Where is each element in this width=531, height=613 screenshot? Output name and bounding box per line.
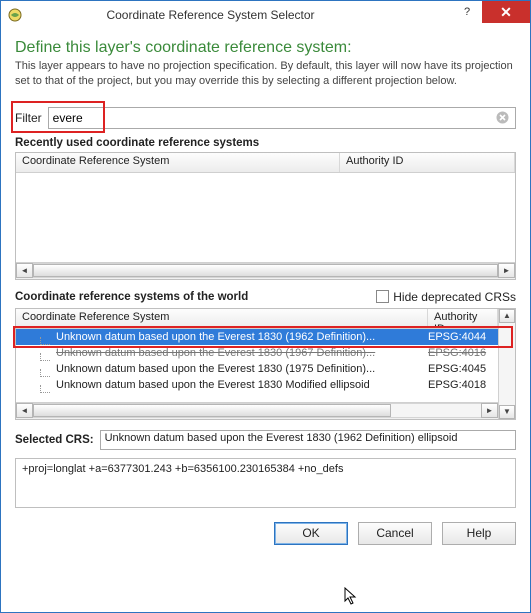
cancel-button[interactable]: Cancel: [358, 522, 432, 545]
world-hscrollbar[interactable]: ◄ ►: [16, 402, 498, 419]
close-button[interactable]: ✕: [482, 1, 530, 23]
crs-selector-dialog: Coordinate Reference System Selector ? ✕…: [0, 0, 531, 613]
world-crs-table[interactable]: Coordinate Reference System Authority ID…: [15, 308, 516, 420]
ok-button[interactable]: OK: [274, 522, 348, 545]
crs-name: Unknown datum based upon the Everest 183…: [56, 347, 428, 359]
scroll-right-icon[interactable]: ►: [481, 403, 498, 418]
scroll-right-icon[interactable]: ►: [498, 263, 515, 278]
crs-name: Unknown datum based upon the Everest 183…: [56, 363, 428, 375]
recent-tbody[interactable]: [16, 173, 515, 262]
proj-string-box[interactable]: +proj=longlat +a=6377301.243 +b=6356100.…: [15, 458, 516, 508]
recent-crs-table[interactable]: Coordinate Reference System Authority ID…: [15, 152, 516, 280]
titlebar[interactable]: Coordinate Reference System Selector ? ✕: [1, 1, 530, 29]
world-col-auth[interactable]: Authority ID: [428, 309, 498, 328]
recent-col-crs[interactable]: Coordinate Reference System: [16, 153, 340, 172]
table-row[interactable]: Unknown datum based upon the Everest 183…: [16, 377, 498, 393]
scroll-left-icon[interactable]: ◄: [16, 403, 33, 418]
scroll-down-icon[interactable]: ▼: [499, 405, 515, 419]
hide-deprecated-checkbox[interactable]: [376, 290, 389, 303]
world-vscrollbar[interactable]: ▲ ▼: [498, 309, 515, 419]
recent-col-auth[interactable]: Authority ID: [340, 153, 515, 172]
world-col-crs[interactable]: Coordinate Reference System: [16, 309, 428, 328]
recent-hscrollbar[interactable]: ◄ ►: [16, 262, 515, 279]
crs-auth: EPSG:4016: [428, 347, 498, 359]
selected-crs-label: Selected CRS:: [15, 434, 94, 446]
crs-auth: EPSG:4045: [428, 363, 498, 375]
scroll-up-icon[interactable]: ▲: [499, 309, 515, 323]
recent-label: Recently used coordinate reference syste…: [15, 137, 516, 149]
filter-label: Filter: [15, 111, 42, 125]
crs-name: Unknown datum based upon the Everest 183…: [56, 379, 428, 391]
table-row[interactable]: Unknown datum based upon the Everest 183…: [16, 345, 498, 361]
world-tbody[interactable]: Unknown datum based upon the Everest 183…: [16, 329, 498, 402]
crs-auth: EPSG:4018: [428, 379, 498, 391]
filter-input[interactable]: [48, 107, 516, 129]
cursor-icon: [344, 587, 358, 605]
description-text: This layer appears to have no projection…: [15, 59, 516, 89]
heading: Define this layer's coordinate reference…: [15, 39, 516, 57]
world-label: Coordinate reference systems of the worl…: [15, 291, 376, 303]
crs-name: Unknown datum based upon the Everest 183…: [56, 331, 428, 343]
window-title: Coordinate Reference System Selector: [0, 8, 452, 22]
crs-auth: EPSG:4044: [428, 331, 498, 343]
clear-filter-icon[interactable]: [496, 111, 510, 125]
table-row[interactable]: Unknown datum based upon the Everest 183…: [16, 361, 498, 377]
help-button[interactable]: Help: [442, 522, 516, 545]
help-button[interactable]: ?: [452, 1, 482, 23]
hide-deprecated-label: Hide deprecated CRSs: [393, 290, 516, 304]
table-row[interactable]: Unknown datum based upon the Everest 183…: [16, 329, 498, 345]
scroll-left-icon[interactable]: ◄: [16, 263, 33, 278]
selected-crs-field[interactable]: Unknown datum based upon the Everest 183…: [100, 430, 516, 450]
